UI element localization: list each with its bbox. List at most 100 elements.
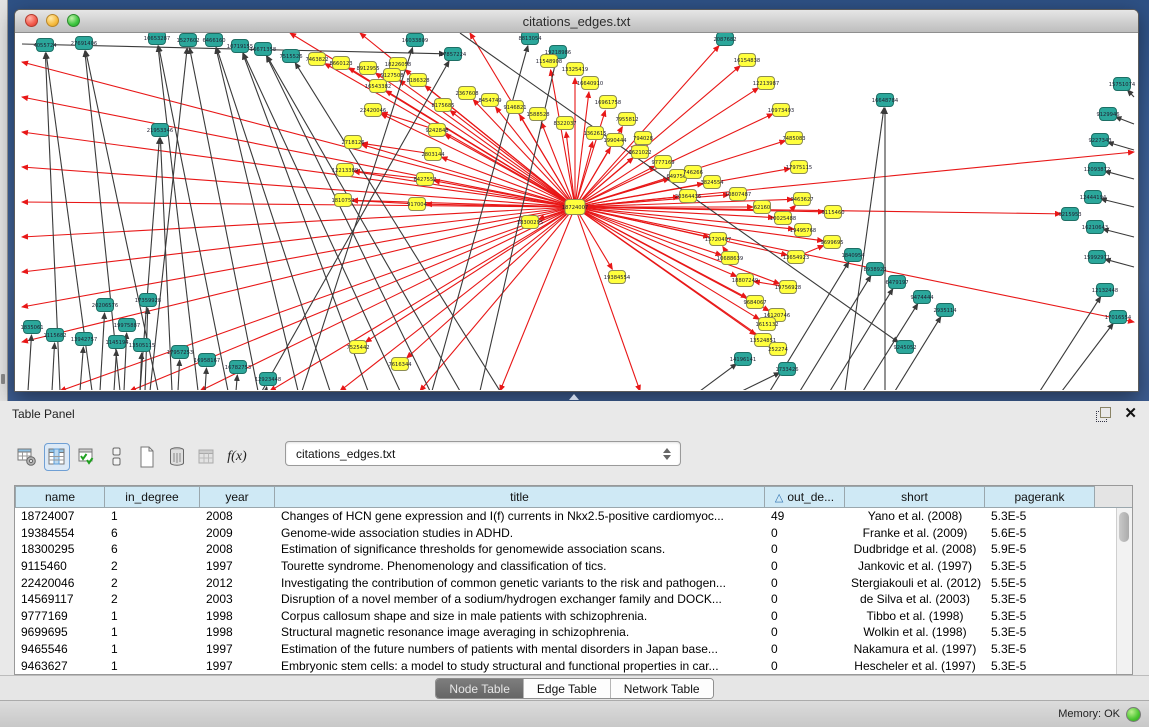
cell-short[interactable]: Yano et al. (2008) xyxy=(845,509,985,523)
graph-node[interactable]: 15751074 xyxy=(1109,78,1136,91)
cell-short[interactable]: Hescheler et al. (1997) xyxy=(845,659,985,673)
graph-node[interactable]: 2367608 xyxy=(455,87,478,100)
tab-network-table[interactable]: Network Table xyxy=(610,679,713,698)
graph-node[interactable]: 794028 xyxy=(633,132,653,145)
graph-node[interactable]: 12093872 xyxy=(1084,163,1110,176)
cell-short[interactable]: Stergiakouli et al. (2012) xyxy=(845,576,985,590)
scrollbar-thumb[interactable] xyxy=(1119,512,1129,542)
network-table-select[interactable]: citations_edges.txt xyxy=(285,441,681,466)
collapsed-side-panel[interactable] xyxy=(0,0,8,401)
graph-node[interactable]: 10653287 xyxy=(144,33,170,45)
cell-out_degree[interactable]: 0 xyxy=(765,526,845,540)
graph-node[interactable]: 6479197 xyxy=(885,276,908,289)
graph-node[interactable]: 9699695 xyxy=(820,236,843,249)
graph-node[interactable]: 62160 xyxy=(754,201,771,214)
cell-title[interactable]: Estimation of the future numbers of pati… xyxy=(275,642,765,656)
graph-node[interactable]: 7463822 xyxy=(305,53,328,66)
cell-name[interactable]: 9463627 xyxy=(15,659,105,673)
cell-year[interactable]: 2012 xyxy=(200,576,275,590)
cell-name[interactable]: 9777169 xyxy=(15,609,105,623)
cell-pagerank[interactable]: 5.3E-5 xyxy=(985,625,1095,639)
cell-name[interactable]: 9699695 xyxy=(15,625,105,639)
graph-node[interactable]: 7515526 xyxy=(279,50,302,63)
column-header-out_de[interactable]: △out_de... xyxy=(765,486,845,508)
cell-title[interactable]: Genome-wide association studies in ADHD. xyxy=(275,526,765,540)
graph-node[interactable]: 17857224 xyxy=(440,48,467,61)
graph-node[interactable]: 12444194 xyxy=(1080,191,1107,204)
cell-title[interactable]: Estimation of significance thresholds fo… xyxy=(275,542,765,556)
graph-node[interactable]: 917004 xyxy=(407,198,428,211)
graph-node[interactable]: 9227343 xyxy=(1088,134,1111,147)
cell-year[interactable]: 2009 xyxy=(200,526,275,540)
cell-in_degree[interactable]: 1 xyxy=(105,642,200,656)
graph-node[interactable]: 19975887 xyxy=(114,319,140,332)
cell-year[interactable]: 1997 xyxy=(200,559,275,573)
graph-node[interactable]: 16648784 xyxy=(872,94,899,107)
graph-node[interactable]: 20206576 xyxy=(92,299,118,312)
graph-node[interactable]: 7525442 xyxy=(346,341,369,354)
cell-title[interactable]: Changes of HCN gene expression and I(f) … xyxy=(275,509,765,523)
cell-title[interactable]: Investigating the contribution of common… xyxy=(275,576,765,590)
graph-hub-node[interactable]: 18724007 xyxy=(562,200,588,215)
table-options-icon[interactable] xyxy=(14,443,40,471)
graph-node[interactable]: 13325419 xyxy=(562,63,588,76)
float-panel-icon[interactable] xyxy=(1096,407,1112,421)
window-titlebar[interactable]: citations_edges.txt xyxy=(15,10,1138,33)
graph-node[interactable]: 19384554 xyxy=(604,271,631,284)
network-view-window[interactable]: citations_edges.txt 40557242769140610653… xyxy=(14,9,1139,392)
graph-node[interactable]: 252274 xyxy=(768,343,789,356)
graph-node[interactable]: 16671358 xyxy=(250,43,276,56)
column-header-short[interactable]: short xyxy=(845,486,985,508)
cell-pagerank[interactable]: 5.3E-5 xyxy=(985,559,1095,573)
cell-short[interactable]: Nakamura et al. (1997) xyxy=(845,642,985,656)
cell-title[interactable]: Embryonic stem cells: a model to study s… xyxy=(275,659,765,673)
import-table-icon[interactable] xyxy=(74,443,100,471)
vertical-scrollbar[interactable] xyxy=(1116,508,1132,674)
graph-node[interactable]: 19756928 xyxy=(775,281,801,294)
graph-node[interactable]: 9474444 xyxy=(910,291,934,304)
table-row[interactable]: 946554611997Estimation of the future num… xyxy=(15,641,1116,658)
graph-node[interactable]: 2087682 xyxy=(713,33,736,46)
table-row[interactable]: 946362711997Embryonic stem cells: a mode… xyxy=(15,657,1116,674)
cell-in_degree[interactable]: 2 xyxy=(105,592,200,606)
cell-pagerank[interactable]: 5.3E-5 xyxy=(985,509,1095,523)
table-row[interactable]: 1872400712008Changes of HCN gene express… xyxy=(15,508,1116,525)
graph-node[interactable]: 8813054 xyxy=(518,33,542,45)
zoom-button[interactable] xyxy=(67,14,80,27)
graph-node[interactable]: 8660123 xyxy=(329,57,352,70)
graph-node[interactable]: 8322037 xyxy=(553,117,576,130)
cell-name[interactable]: 9465546 xyxy=(15,642,105,656)
graph-node[interactable]: 1990444 xyxy=(603,134,627,147)
cell-in_degree[interactable]: 2 xyxy=(105,576,200,590)
graph-node[interactable]: 16154838 xyxy=(734,54,760,67)
cell-short[interactable]: Wolkin et al. (1998) xyxy=(845,625,985,639)
cell-in_degree[interactable]: 1 xyxy=(105,659,200,673)
graph-node[interactable]: 10807487 xyxy=(725,188,751,201)
graph-node[interactable]: 27691406 xyxy=(71,37,97,50)
graph-node[interactable]: 1115682 xyxy=(43,329,66,342)
graph-node[interactable]: 16961758 xyxy=(595,96,621,109)
graph-node[interactable]: 8912955 xyxy=(356,62,379,75)
graph-node[interactable]: 15992971 xyxy=(1084,251,1110,264)
graph-node[interactable]: 14196141 xyxy=(730,353,756,366)
graph-node[interactable]: 8175685 xyxy=(431,99,454,112)
cell-year[interactable]: 2003 xyxy=(200,592,275,606)
side-panel-handle[interactable] xyxy=(1,374,5,384)
cell-title[interactable]: Corpus callosum shape and size in male p… xyxy=(275,609,765,623)
graph-node[interactable]: 12923448 xyxy=(255,373,281,386)
cell-name[interactable]: 9115460 xyxy=(15,559,105,573)
graph-node[interactable]: 12213987 xyxy=(753,77,779,90)
cell-out_degree[interactable]: 0 xyxy=(765,576,845,590)
graph-node[interactable]: 7955812 xyxy=(615,113,638,126)
column-header-name[interactable]: name xyxy=(15,486,105,508)
cell-out_degree[interactable]: 0 xyxy=(765,609,845,623)
graph-node[interactable]: 9463627 xyxy=(790,193,813,206)
cell-out_degree[interactable]: 0 xyxy=(765,542,845,556)
cell-title[interactable]: Tourette syndrome. Phenomenology and cla… xyxy=(275,559,765,573)
graph-node[interactable]: 17975115 xyxy=(786,161,812,174)
graph-node[interactable]: 16782753 xyxy=(225,361,251,374)
graph-node[interactable]: 7485083 xyxy=(782,132,805,145)
cell-short[interactable]: Jankovic et al. (1997) xyxy=(845,559,985,573)
cell-pagerank[interactable]: 5.5E-5 xyxy=(985,576,1095,590)
new-table-icon[interactable] xyxy=(134,443,160,471)
